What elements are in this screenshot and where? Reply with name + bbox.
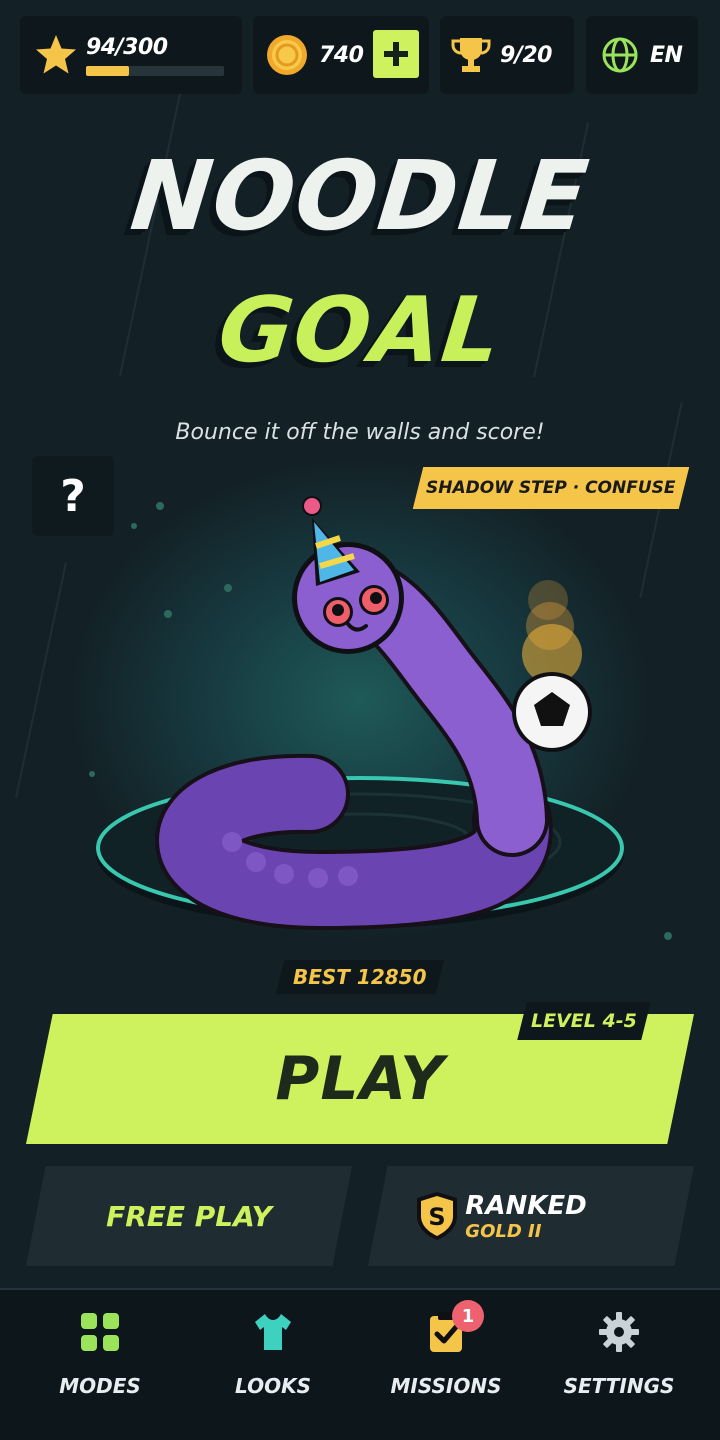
gear-icon (599, 1312, 639, 1352)
play-label: PLAY (275, 1044, 445, 1114)
xp-counter[interactable]: 94/300 (20, 16, 242, 94)
nav-label: SETTINGS (563, 1374, 675, 1398)
ranked-tier: GOLD II (465, 1220, 542, 1242)
free-play-button[interactable]: FREE PLAY (26, 1166, 352, 1266)
nav-label: LOOKS (235, 1374, 311, 1398)
trophy-icon (451, 38, 491, 72)
coin-icon (267, 35, 307, 75)
shirt-icon (255, 1314, 291, 1350)
grid-icon (81, 1313, 119, 1351)
game-title-line2: GOAL (213, 278, 507, 383)
xp-progress-bar (86, 65, 224, 76)
bottom-nav: MODES LOOKS 1 MISSIONS SETTINGS (0, 1288, 720, 1440)
globe-icon (602, 37, 638, 73)
coin-counter: 740 (253, 16, 429, 94)
ball-icon (512, 672, 592, 752)
notification-badge: 1 (452, 1300, 484, 1332)
ranked-button[interactable]: S RANKED GOLD II (368, 1166, 694, 1266)
level-label: LEVEL 4-5 (531, 1010, 637, 1032)
best-score: BEST 12850 (275, 960, 445, 994)
coin-amount: 740 (319, 42, 364, 68)
nav-item-modes[interactable]: MODES (10, 1310, 190, 1420)
free-play-label: FREE PLAY (106, 1199, 272, 1233)
language-selector[interactable]: EN (586, 16, 698, 94)
language-code: EN (650, 42, 683, 68)
star-icon (36, 35, 76, 74)
trophy-text: 9/20 (500, 42, 552, 68)
game-title-line1: NOODLE (126, 140, 594, 252)
nav-label: MISSIONS (390, 1374, 502, 1398)
character-preview (89, 496, 672, 940)
best-score-label: BEST 12850 (293, 965, 427, 989)
xp-progress-fill (86, 65, 129, 76)
rank-shield-icon: S (417, 1192, 458, 1240)
rank-letter: S (429, 1203, 446, 1231)
ranked-label: RANKED (465, 1190, 587, 1221)
nav-item-looks[interactable]: LOOKS (183, 1310, 363, 1420)
nav-item-settings[interactable]: SETTINGS (529, 1310, 709, 1420)
level-tag: LEVEL 4-5 (517, 1002, 651, 1040)
trophy-counter[interactable]: 9/20 (440, 16, 574, 94)
nav-label: MODES (59, 1374, 141, 1398)
add-coins-button[interactable] (373, 30, 419, 78)
subtitle: Bounce it off the walls and score! (175, 420, 545, 445)
nav-item-missions[interactable]: 1 MISSIONS (356, 1300, 536, 1420)
plus-icon (384, 42, 408, 66)
xp-text: 94/300 (86, 34, 168, 60)
